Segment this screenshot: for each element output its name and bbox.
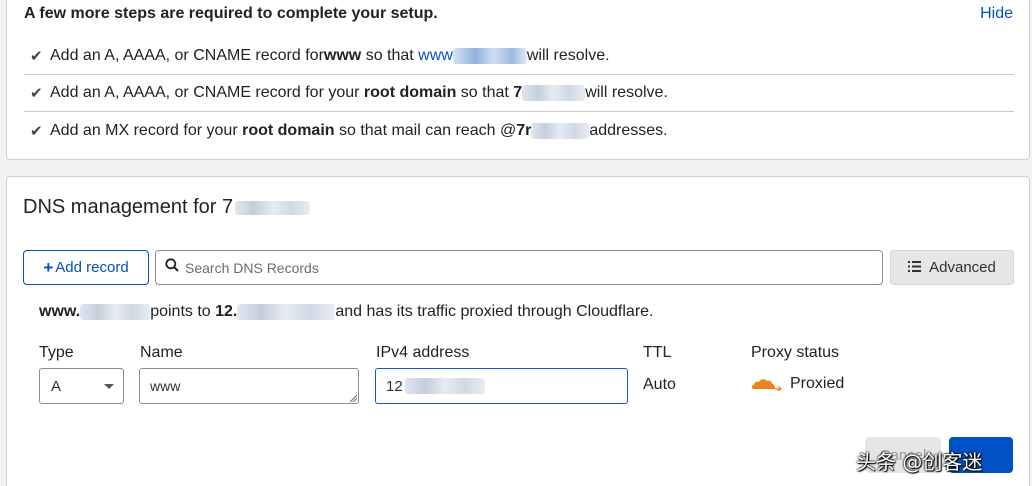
- step-end: addresses.: [589, 121, 668, 139]
- redacted-domain: [235, 200, 311, 215]
- step-bold: root domain: [242, 121, 335, 139]
- record-summary: www. points to 12. and has its traffic pro…: [39, 303, 653, 321]
- step-end: will resolve.: [585, 84, 668, 101]
- watermark: 头条 @创客迷: [856, 450, 983, 474]
- check-icon: ✔: [30, 85, 43, 102]
- chevron-down-icon: [104, 384, 114, 389]
- ttl-value: Auto: [643, 376, 676, 393]
- redacted-ip: [404, 378, 485, 394]
- step-bold: www: [323, 47, 362, 64]
- step-text-2: so that mail can reach @: [334, 121, 517, 139]
- hide-link[interactable]: Hide: [980, 5, 1013, 23]
- redacted-domain: [452, 48, 527, 64]
- summary-end: and has its traffic proxied through Clou…: [335, 303, 654, 320]
- dns-title: DNS management for 7: [23, 196, 311, 219]
- step-end: will resolve.: [526, 47, 610, 64]
- advanced-label: Advanced: [929, 259, 996, 276]
- name-label: Name: [140, 344, 183, 361]
- summary-host: www.: [39, 303, 81, 320]
- resize-grip-icon[interactable]: [349, 394, 357, 402]
- name-field[interactable]: [139, 368, 359, 404]
- search-box[interactable]: [155, 250, 883, 285]
- step-text-2: so that: [456, 84, 514, 101]
- advanced-button[interactable]: Advanced: [890, 250, 1014, 285]
- setup-card: A few more steps are required to complet…: [6, 0, 1030, 160]
- search-input[interactable]: [185, 259, 865, 276]
- plus-icon: +: [43, 257, 54, 277]
- proxy-value: Proxied: [790, 375, 845, 392]
- setup-title: A few more steps are required to complet…: [24, 5, 438, 22]
- setup-step-www: ✔ Add an A, AAAA, or CNAME record for ww…: [24, 38, 1014, 75]
- proxy-status-label: Proxy status: [751, 344, 840, 361]
- ipv4-field[interactable]: 12: [375, 368, 628, 404]
- redacted-domain: [531, 122, 590, 139]
- summary-ip: 12.: [215, 303, 238, 320]
- ipv4-label: IPv4 address: [376, 344, 470, 361]
- type-select[interactable]: A: [39, 368, 124, 404]
- step-text: Add an A, AAAA, or CNAME record for: [50, 47, 324, 64]
- redacted-domain: [522, 85, 586, 101]
- step-text-2: so that: [361, 47, 419, 64]
- domain-start: 7r: [516, 121, 532, 139]
- add-record-button[interactable]: + Add record: [23, 250, 149, 285]
- step-text: Add an MX record for your: [50, 121, 243, 139]
- summary-mid: points to: [150, 303, 216, 320]
- domain-start: 7: [513, 84, 523, 101]
- add-record-label: Add record: [55, 259, 129, 276]
- step-bold: root domain: [363, 84, 457, 101]
- setup-step-root: ✔ Add an A, AAAA, or CNAME record for yo…: [24, 75, 1014, 112]
- setup-steps: ✔ Add an A, AAAA, or CNAME record for ww…: [24, 38, 1014, 149]
- ttl-label: TTL: [643, 344, 672, 361]
- step-text: Add an A, AAAA, or CNAME record for your: [50, 84, 364, 101]
- proxy-toggle[interactable]: Proxied: [750, 375, 844, 393]
- check-icon: ✔: [30, 48, 43, 65]
- dns-card: DNS management for 7 + Add record Advanc…: [6, 176, 1030, 486]
- ipv4-value: 12: [386, 377, 403, 395]
- dns-title-text: DNS management for 7: [23, 196, 234, 218]
- www-link[interactable]: www: [418, 47, 453, 65]
- search-icon: [165, 258, 185, 277]
- setup-step-mx: ✔ Add an MX record for your root domain …: [24, 112, 1014, 149]
- redacted-ip: [237, 303, 336, 320]
- check-icon: ✔: [30, 122, 43, 140]
- type-label: Type: [39, 344, 74, 361]
- list-icon: [908, 259, 922, 276]
- redacted-domain: [80, 303, 151, 320]
- type-value: A: [51, 377, 62, 395]
- cloud-icon: [751, 379, 782, 391]
